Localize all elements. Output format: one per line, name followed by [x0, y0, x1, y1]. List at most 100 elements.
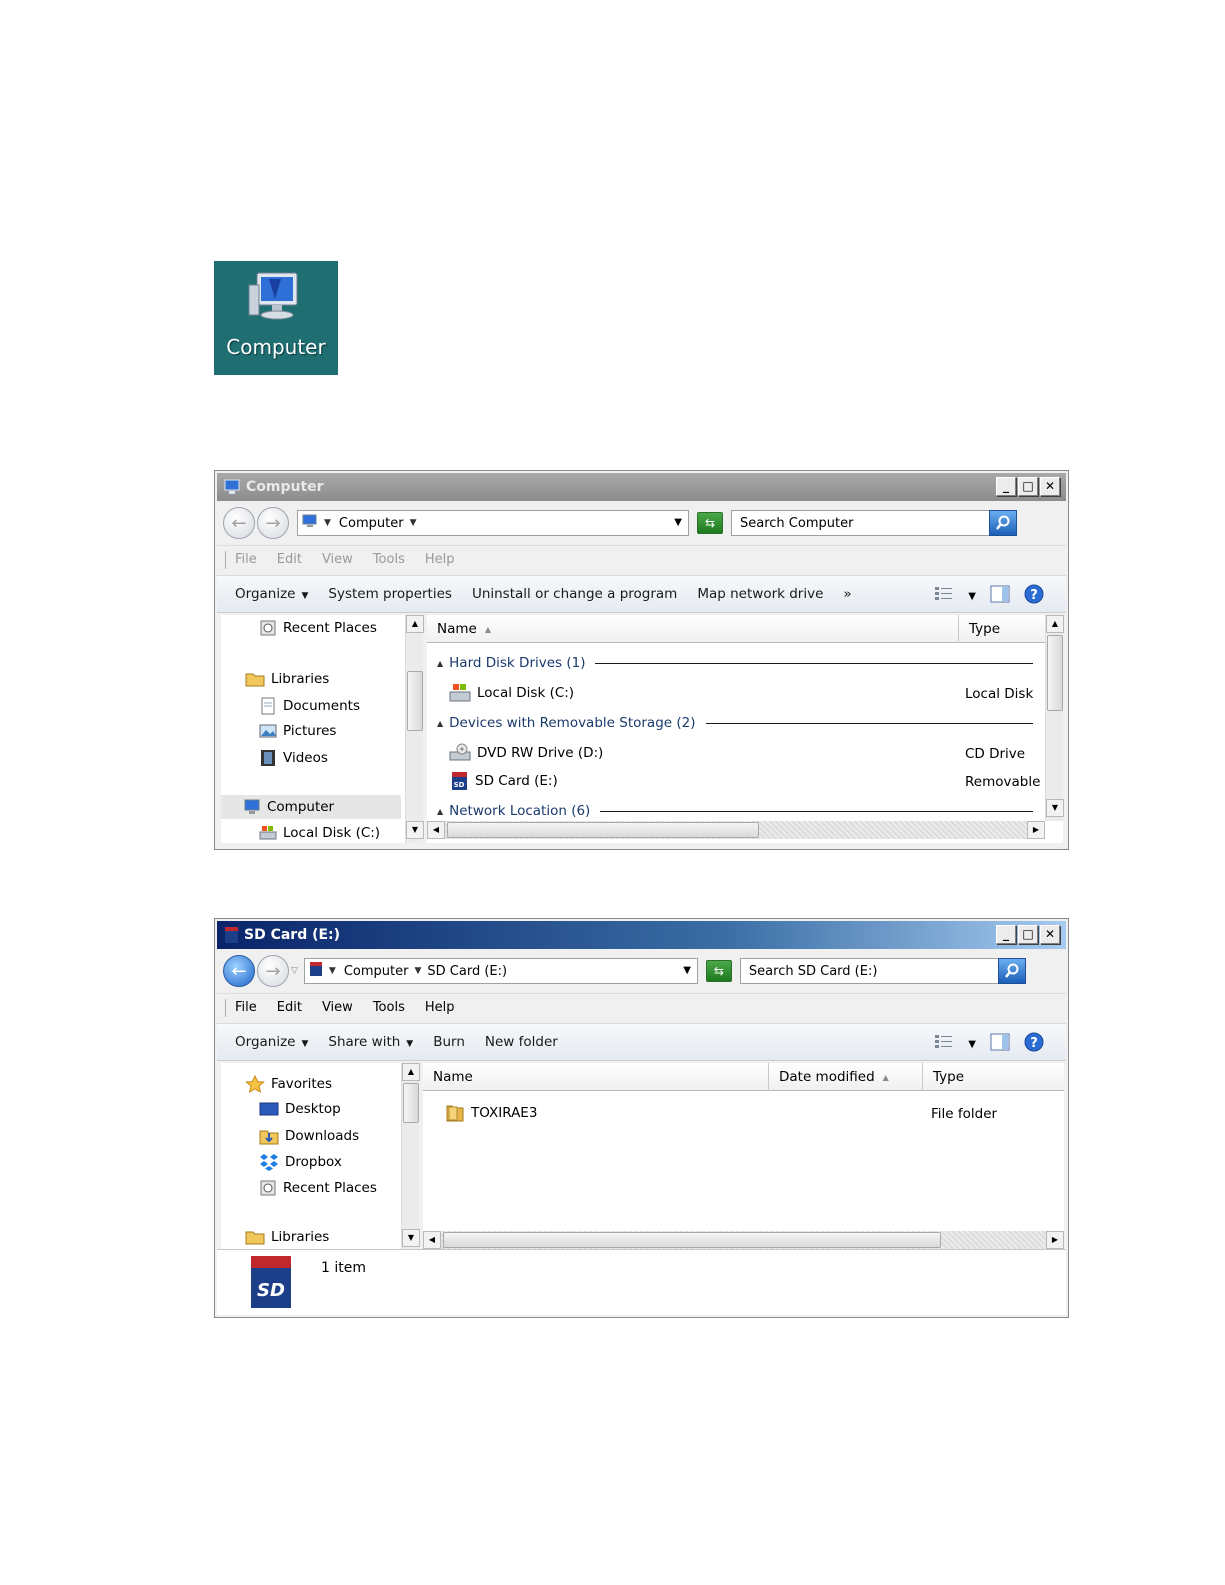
- minimize-button[interactable]: _: [996, 925, 1016, 944]
- scroll-down-arrow[interactable]: ▼: [406, 821, 424, 839]
- scroll-thumb[interactable]: [447, 822, 759, 838]
- column-name[interactable]: Name ▲: [427, 615, 959, 643]
- forward-button[interactable]: →: [257, 507, 289, 539]
- column-name[interactable]: Name: [423, 1063, 769, 1091]
- scroll-thumb[interactable]: [407, 671, 423, 731]
- desktop-computer-icon[interactable]: Computer: [214, 261, 338, 375]
- nav-item-computer[interactable]: Computer: [221, 795, 401, 819]
- search-input[interactable]: Search Computer: [731, 510, 1017, 536]
- scroll-up-arrow[interactable]: ▲: [1046, 615, 1064, 633]
- maximize-button[interactable]: □: [1018, 477, 1038, 496]
- nav-item-libraries[interactable]: Libraries: [245, 1229, 329, 1245]
- nav-item-documents[interactable]: Documents: [259, 697, 360, 715]
- scroll-thumb[interactable]: [403, 1083, 419, 1123]
- scroll-up-arrow[interactable]: ▲: [406, 615, 424, 633]
- scroll-left-arrow[interactable]: ◀: [427, 821, 445, 839]
- organize-button[interactable]: Organize ▼: [235, 1034, 308, 1050]
- help-icon[interactable]: ?: [1024, 1032, 1044, 1056]
- address-bar[interactable]: ▼ Computer ▼ ▼: [297, 510, 689, 536]
- recent-pages-dropdown-icon[interactable]: ▽: [291, 966, 298, 976]
- scroll-down-arrow[interactable]: ▼: [1046, 799, 1064, 817]
- chevron-down-icon[interactable]: ▼: [968, 591, 976, 602]
- content-hscrollbar[interactable]: ◀ ▶: [423, 1231, 1064, 1249]
- column-type[interactable]: Type: [959, 615, 1045, 643]
- burn-button[interactable]: Burn: [433, 1034, 465, 1050]
- list-item-sd-card[interactable]: SD SD Card (E:): [449, 771, 558, 791]
- scroll-up-arrow[interactable]: ▲: [402, 1063, 420, 1081]
- chevron-down-icon[interactable]: ▼: [329, 966, 336, 976]
- share-with-button[interactable]: Share with ▼: [328, 1034, 413, 1050]
- group-network-location[interactable]: ▲ Network Location (6): [437, 803, 1033, 819]
- menu-tools[interactable]: Tools: [373, 1000, 405, 1015]
- search-input[interactable]: Search SD Card (E:): [739, 958, 1026, 984]
- chevron-down-icon[interactable]: ▼: [324, 518, 331, 528]
- close-button[interactable]: ✕: [1040, 477, 1060, 496]
- forward-button[interactable]: →: [257, 955, 289, 987]
- address-bar[interactable]: ▼ Computer ▼ SD Card (E:) ▼: [303, 958, 698, 984]
- organize-button[interactable]: Organize ▼: [235, 586, 308, 602]
- nav-item-pictures[interactable]: Pictures: [259, 723, 336, 739]
- column-date-modified[interactable]: Date modified ▲: [769, 1063, 923, 1091]
- menu-help[interactable]: Help: [425, 552, 455, 567]
- nav-item-libraries[interactable]: Libraries: [245, 671, 329, 687]
- scroll-left-arrow[interactable]: ◀: [423, 1231, 441, 1249]
- back-button[interactable]: ←: [223, 507, 255, 539]
- menu-help[interactable]: Help: [425, 1000, 455, 1015]
- group-removable-storage[interactable]: ▲ Devices with Removable Storage (2): [437, 715, 1033, 731]
- menu-file[interactable]: File: [235, 1000, 257, 1015]
- nav-item-recent-places[interactable]: Recent Places: [259, 619, 377, 637]
- menu-edit[interactable]: Edit: [277, 552, 302, 567]
- search-icon[interactable]: [989, 510, 1017, 536]
- refresh-button[interactable]: ⇆: [697, 512, 723, 534]
- menu-view[interactable]: View: [322, 552, 353, 567]
- scroll-right-arrow[interactable]: ▶: [1027, 821, 1045, 839]
- system-properties-button[interactable]: System properties: [328, 586, 452, 602]
- nav-item-recent-places[interactable]: Recent Places: [259, 1179, 377, 1197]
- content-hscrollbar[interactable]: ◀ ▶: [427, 821, 1045, 839]
- chevron-down-icon[interactable]: ▼: [410, 518, 417, 528]
- menu-file[interactable]: File: [235, 552, 257, 567]
- chevron-down-icon[interactable]: ▼: [968, 1039, 976, 1050]
- map-network-drive-button[interactable]: Map network drive: [697, 586, 823, 602]
- help-icon[interactable]: ?: [1024, 584, 1044, 608]
- more-commands-button[interactable]: »: [843, 586, 851, 602]
- nav-item-videos[interactable]: Videos: [259, 749, 328, 767]
- nav-item-desktop[interactable]: Desktop: [259, 1101, 341, 1117]
- preview-pane-icon[interactable]: [990, 1033, 1010, 1055]
- list-item-folder[interactable]: TOXIRAE3: [445, 1103, 537, 1123]
- nav-item-local-disk[interactable]: Local Disk (C:): [259, 825, 380, 841]
- nav-scrollbar[interactable]: ▲ ▼: [401, 1063, 420, 1249]
- breadcrumb-computer[interactable]: Computer: [339, 516, 404, 531]
- address-dropdown-icon[interactable]: ▼: [683, 965, 691, 976]
- scroll-down-arrow[interactable]: ▼: [402, 1229, 420, 1247]
- view-options-icon[interactable]: [934, 1033, 954, 1055]
- menu-view[interactable]: View: [322, 1000, 353, 1015]
- list-item-local-disk[interactable]: Local Disk (C:): [449, 683, 574, 703]
- nav-item-dropbox[interactable]: Dropbox: [259, 1153, 342, 1171]
- chevron-down-icon[interactable]: ▼: [414, 966, 421, 976]
- new-folder-button[interactable]: New folder: [485, 1034, 558, 1050]
- preview-pane-icon[interactable]: [990, 585, 1010, 607]
- minimize-button[interactable]: _: [996, 477, 1016, 496]
- scroll-right-arrow[interactable]: ▶: [1046, 1231, 1064, 1249]
- group-hard-disk-drives[interactable]: ▲ Hard Disk Drives (1): [437, 655, 1033, 671]
- search-icon[interactable]: [997, 958, 1026, 984]
- title-bar[interactable]: Computer _ □ ✕: [217, 473, 1066, 501]
- breadcrumb-sd-card[interactable]: SD Card (E:): [427, 964, 507, 979]
- menu-tools[interactable]: Tools: [373, 552, 405, 567]
- scroll-thumb[interactable]: [443, 1232, 941, 1248]
- refresh-button[interactable]: ⇆: [705, 960, 732, 982]
- close-button[interactable]: ✕: [1040, 925, 1060, 944]
- list-item-dvd-drive[interactable]: DVD RW Drive (D:): [449, 743, 603, 763]
- column-type[interactable]: Type: [923, 1063, 1064, 1091]
- nav-item-downloads[interactable]: Downloads: [259, 1127, 359, 1145]
- content-scrollbar[interactable]: ▲ ▼: [1045, 615, 1064, 821]
- view-options-icon[interactable]: [934, 585, 954, 607]
- title-bar[interactable]: SD Card (E:) _ □ ✕: [217, 921, 1066, 949]
- address-dropdown-icon[interactable]: ▼: [674, 517, 682, 528]
- back-button[interactable]: ←: [223, 955, 255, 987]
- maximize-button[interactable]: □: [1018, 925, 1038, 944]
- scroll-thumb[interactable]: [1047, 635, 1063, 711]
- menu-edit[interactable]: Edit: [277, 1000, 302, 1015]
- nav-item-favorites[interactable]: Favorites: [245, 1075, 332, 1093]
